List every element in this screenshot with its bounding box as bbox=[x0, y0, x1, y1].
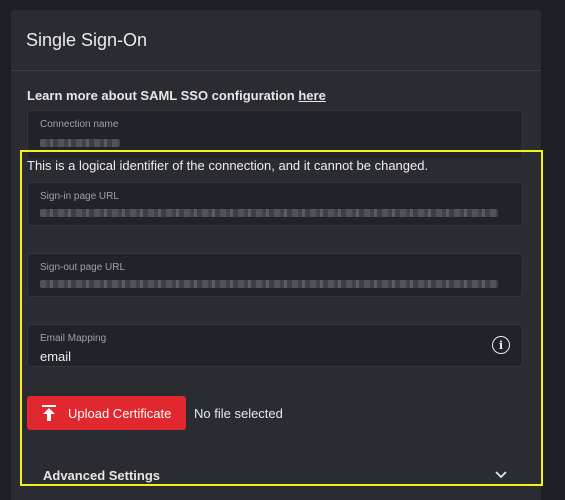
upload-icon bbox=[42, 405, 56, 421]
signout-url-field[interactable]: Sign-out page URL bbox=[27, 253, 523, 297]
sso-panel: Single Sign-On Learn more about SAML SSO… bbox=[11, 10, 541, 500]
upload-button-label: Upload Certificate bbox=[68, 405, 172, 421]
email-mapping-value[interactable]: email bbox=[40, 349, 71, 364]
connection-name-label: Connection name bbox=[40, 119, 119, 130]
chevron-down-icon bbox=[495, 471, 507, 479]
learn-more-text: Learn more about SAML SSO configuration … bbox=[27, 88, 326, 103]
connection-name-value bbox=[40, 139, 120, 147]
upload-certificate-button[interactable]: Upload Certificate bbox=[27, 396, 186, 430]
connection-name-field[interactable]: Connection name bbox=[27, 110, 523, 158]
signin-url-value bbox=[40, 209, 498, 217]
connection-name-hint: This is a logical identifier of the conn… bbox=[27, 158, 429, 173]
email-mapping-label: Email Mapping bbox=[40, 333, 107, 344]
signin-url-field[interactable]: Sign-in page URL bbox=[27, 182, 523, 226]
learn-more-link[interactable]: here bbox=[298, 88, 325, 103]
advanced-settings-toggle[interactable]: Advanced Settings bbox=[27, 450, 523, 500]
signout-url-value bbox=[40, 280, 498, 288]
signin-url-label: Sign-in page URL bbox=[40, 191, 119, 202]
panel-title: Single Sign-On bbox=[11, 10, 541, 71]
signout-url-label: Sign-out page URL bbox=[40, 262, 126, 273]
email-mapping-field[interactable]: Email Mapping email i bbox=[27, 324, 523, 367]
info-icon[interactable]: i bbox=[492, 336, 510, 354]
file-status-text: No file selected bbox=[194, 406, 283, 421]
advanced-settings-label: Advanced Settings bbox=[43, 467, 161, 483]
